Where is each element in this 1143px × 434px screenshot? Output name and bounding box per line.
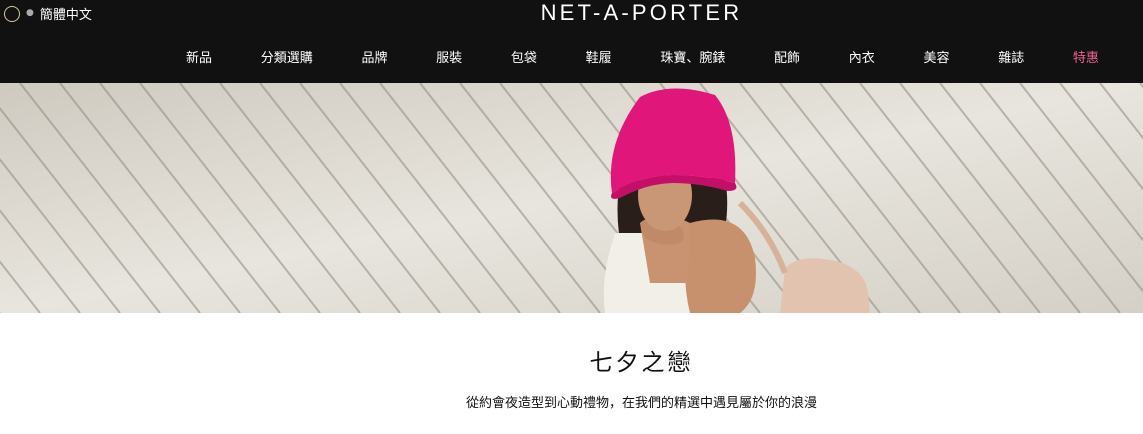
top-header: ● 簡體中文 NET-A-PORTER 新品 分類選購 品牌 服裝 包袋 鞋履 … bbox=[0, 0, 1143, 83]
campaign-section: 七夕之戀 從約會夜造型到心動禮物，在我們的精選中遇見屬於你的浪漫 bbox=[0, 343, 1143, 411]
nav-item-accessories[interactable]: 配飾 bbox=[754, 47, 820, 66]
nav-item-sale[interactable]: 特惠 bbox=[1053, 47, 1119, 66]
nav-item-jewelry-watches[interactable]: 珠寶、腕錶 bbox=[640, 47, 745, 66]
main-nav: 新品 分類選購 品牌 服裝 包袋 鞋履 珠寶、腕錶 配飾 內衣 美容 雜誌 特惠 bbox=[166, 47, 1119, 66]
campaign-subtitle: 從約會夜造型到心動禮物，在我們的精選中遇見屬於你的浪漫 bbox=[465, 396, 817, 411]
nav-item-bags[interactable]: 包袋 bbox=[491, 47, 557, 66]
nav-item-lingerie[interactable]: 內衣 bbox=[829, 47, 895, 66]
campaign-title[interactable]: 七夕之戀 bbox=[0, 343, 1143, 377]
nav-item-categories[interactable]: 分類選購 bbox=[241, 47, 333, 66]
hero-image bbox=[0, 83, 1143, 313]
nav-item-new[interactable]: 新品 bbox=[166, 47, 232, 66]
site-logo[interactable]: NET-A-PORTER bbox=[0, 0, 1143, 26]
nav-item-shoes[interactable]: 鞋履 bbox=[566, 47, 632, 66]
nav-item-beauty[interactable]: 美容 bbox=[903, 47, 969, 66]
nav-item-magazine[interactable]: 雜誌 bbox=[978, 47, 1044, 66]
nav-item-brands[interactable]: 品牌 bbox=[341, 47, 407, 66]
hero-banner[interactable] bbox=[0, 83, 1143, 313]
nav-item-clothing[interactable]: 服裝 bbox=[416, 47, 482, 66]
